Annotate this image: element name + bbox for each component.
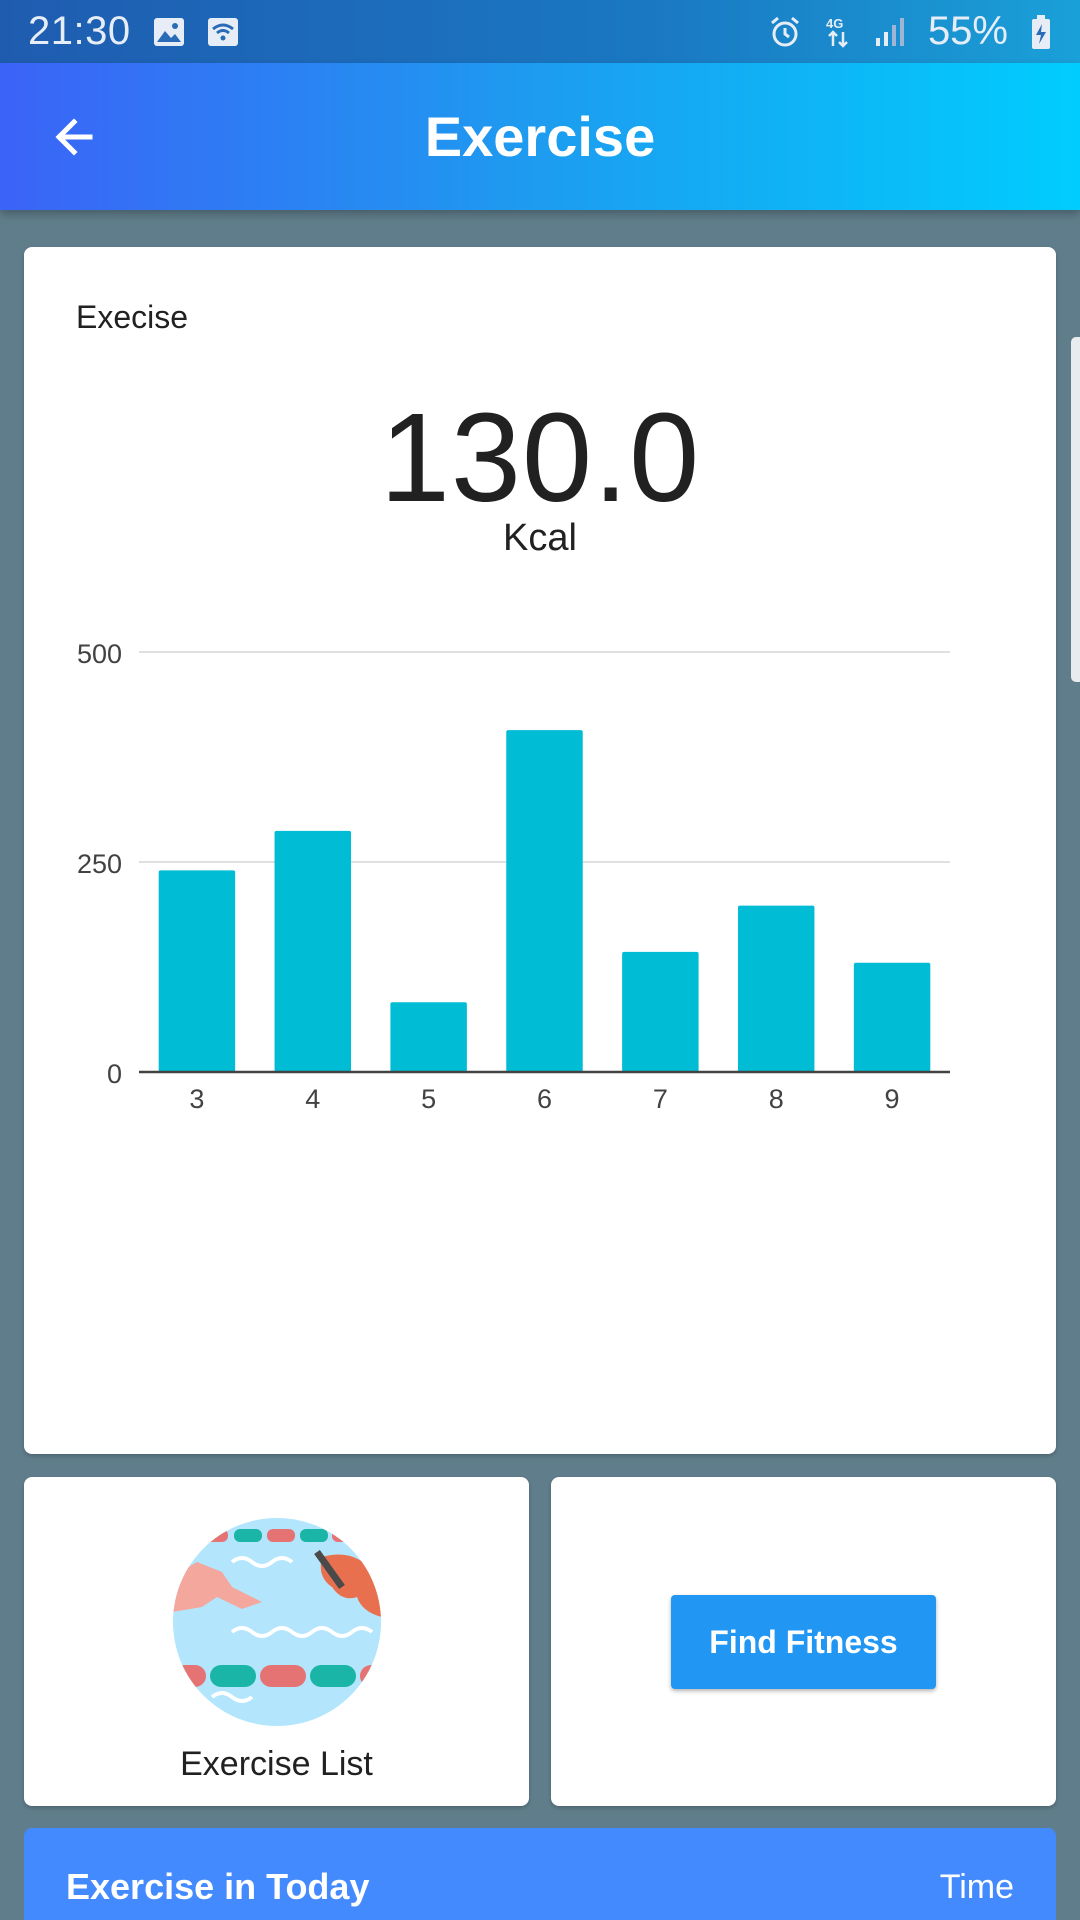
scrollbar[interactable]	[1071, 337, 1080, 682]
bar-chart: 0 250 500 3 4 5 6 7 8 9	[77, 639, 950, 1114]
calorie-chart-card: Execise 130.0 Kcal 0 250 500 3 4 5 6 7 8 9	[24, 247, 1056, 1454]
bar	[274, 830, 352, 1072]
x-tick-label: 6	[537, 1084, 552, 1114]
page-title: Exercise	[424, 105, 656, 168]
exercise-list-label: Exercise List	[180, 1745, 373, 1783]
status-right: 4G 55%	[768, 9, 1052, 54]
exercise-today-header: Exercise in Today Time	[24, 1828, 1056, 1920]
exercise-today-title: Exercise in Today	[66, 1866, 370, 1907]
status-bar: 21:30 4G 55%	[0, 0, 1080, 63]
x-tick-label: 5	[421, 1084, 436, 1114]
y-tick-label: 0	[107, 1059, 122, 1089]
bar	[622, 951, 699, 1072]
x-tick-label: 4	[305, 1084, 320, 1114]
network-4g-icon: 4G	[824, 15, 852, 49]
y-tick-label: 500	[77, 639, 122, 669]
x-tick-label: 9	[885, 1084, 900, 1114]
battery-charging-icon	[1030, 14, 1052, 50]
app-bar: Exercise	[0, 63, 1080, 210]
bar	[390, 1002, 467, 1072]
status-time: 21:30	[28, 9, 131, 53]
status-left: 21:30	[28, 9, 239, 54]
alarm-icon	[768, 15, 802, 49]
x-tick-label: 3	[189, 1084, 204, 1114]
bar	[737, 905, 815, 1072]
x-tick-label: 7	[653, 1084, 668, 1114]
time-column-header: Time	[939, 1868, 1014, 1906]
bar	[506, 730, 583, 1072]
image-icon	[153, 17, 185, 47]
battery-percent: 55%	[927, 9, 1008, 53]
signal-icon	[874, 16, 906, 48]
find-fitness-button[interactable]: Find Fitness	[671, 1595, 936, 1689]
find-fitness-tile: Find Fitness	[551, 1477, 1056, 1806]
swimming-pool-illustration	[173, 1518, 381, 1726]
x-tick-label: 8	[769, 1084, 784, 1114]
exercise-list-tile[interactable]: Exercise List	[24, 1477, 529, 1806]
wifi-icon	[207, 17, 239, 47]
svg-text:4G: 4G	[826, 16, 843, 31]
bar	[853, 962, 931, 1072]
y-tick-label: 250	[77, 849, 122, 879]
bar	[158, 870, 236, 1072]
